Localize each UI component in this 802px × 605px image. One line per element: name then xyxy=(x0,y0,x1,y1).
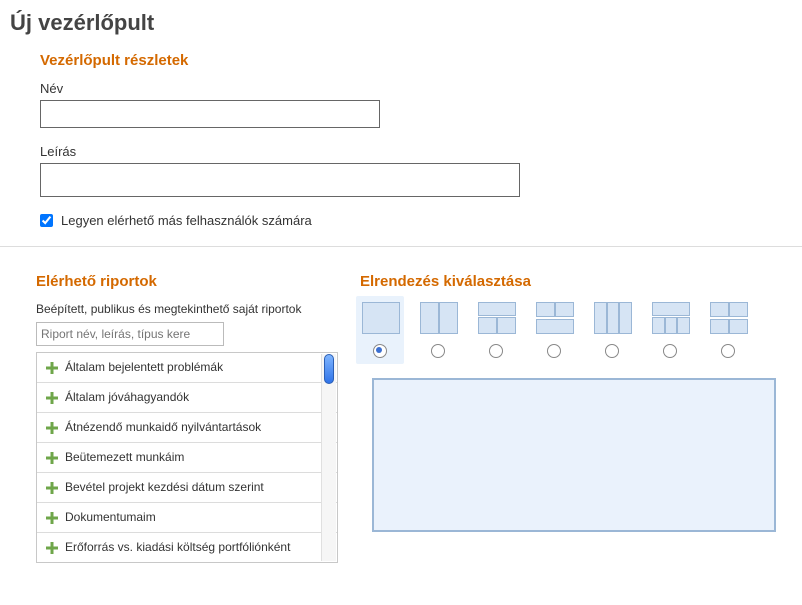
layout-thumb xyxy=(478,302,514,332)
layout-option[interactable] xyxy=(652,302,688,358)
report-item-label: Beütemezett munkáim xyxy=(65,450,184,465)
name-input[interactable] xyxy=(40,100,380,128)
report-list-item[interactable]: Bevétel projekt kezdési dátum szerint xyxy=(37,472,337,502)
report-list-item[interactable]: Általam jóváhagyandók xyxy=(37,382,337,412)
reports-list: Általam bejelentett problémák Általam jóv… xyxy=(36,352,338,563)
layout-preview xyxy=(372,378,776,532)
layout-option[interactable] xyxy=(594,302,630,358)
layout-thumb xyxy=(420,302,456,332)
layout-thumb xyxy=(652,302,688,332)
plus-icon xyxy=(45,451,59,465)
layout-option[interactable] xyxy=(536,302,572,358)
plus-icon xyxy=(45,511,59,525)
name-label: Név xyxy=(40,81,802,96)
details-section-title: Vezérlőpult részletek xyxy=(40,52,802,69)
layout-radio[interactable] xyxy=(431,344,445,358)
layout-thumb xyxy=(536,302,572,332)
report-item-label: Dokumentumaim xyxy=(65,510,156,525)
plus-icon xyxy=(45,361,59,375)
description-input[interactable] xyxy=(40,163,520,197)
plus-icon xyxy=(45,541,59,555)
plus-icon xyxy=(45,421,59,435)
scroll-thumb[interactable] xyxy=(324,354,334,384)
layout-radio[interactable] xyxy=(605,344,619,358)
report-item-label: Bevétel projekt kezdési dátum szerint xyxy=(65,480,264,495)
layout-section-title: Elrendezés kiválasztása xyxy=(360,273,802,290)
page-title: Új vezérlőpult xyxy=(10,10,802,36)
report-item-label: Általam jóváhagyandók xyxy=(65,390,189,405)
divider xyxy=(0,246,802,247)
plus-icon xyxy=(45,391,59,405)
layout-thumb xyxy=(594,302,630,332)
reports-subtitle: Beépített, publikus és megtekinthető saj… xyxy=(36,302,340,316)
layout-option[interactable] xyxy=(356,296,404,364)
layout-radio[interactable] xyxy=(489,344,503,358)
layout-option[interactable] xyxy=(420,302,456,358)
report-list-item[interactable]: Erőforrás vs. kiadási költség portfólión… xyxy=(37,532,337,562)
layout-thumb xyxy=(710,302,746,332)
report-item-label: Átnézendő munkaidő nyilvántartások xyxy=(65,420,261,435)
layout-thumb xyxy=(362,302,398,332)
layout-radio[interactable] xyxy=(663,344,677,358)
report-list-item[interactable]: Beütemezett munkáim xyxy=(37,442,337,472)
layout-option[interactable] xyxy=(478,302,514,358)
report-list-item[interactable]: Általam bejelentett problémák xyxy=(37,353,337,382)
share-checkbox[interactable] xyxy=(40,214,53,227)
description-label: Leírás xyxy=(40,144,802,159)
report-item-label: Általam bejelentett problémák xyxy=(65,360,223,375)
reports-section-title: Elérhető riportok xyxy=(36,273,340,290)
layout-radio[interactable] xyxy=(721,344,735,358)
layout-radio[interactable] xyxy=(373,344,387,358)
layout-option[interactable] xyxy=(710,302,746,358)
report-list-item[interactable]: Átnézendő munkaidő nyilvántartások xyxy=(37,412,337,442)
plus-icon xyxy=(45,481,59,495)
report-item-label: Erőforrás vs. kiadási költség portfólión… xyxy=(65,540,290,555)
report-filter-input[interactable] xyxy=(36,322,224,346)
report-list-item[interactable]: Dokumentumaim xyxy=(37,502,337,532)
scrollbar[interactable] xyxy=(321,354,336,561)
layout-radio[interactable] xyxy=(547,344,561,358)
share-label: Legyen elérhető más felhasználók számára xyxy=(61,213,312,228)
